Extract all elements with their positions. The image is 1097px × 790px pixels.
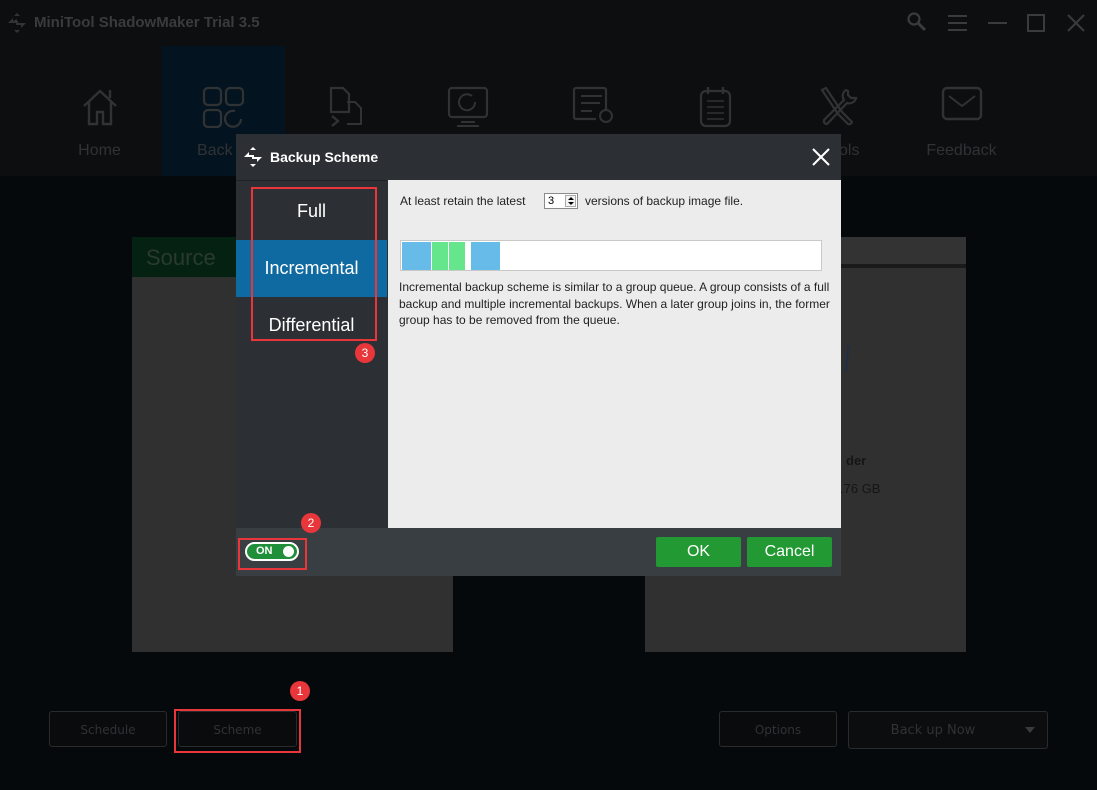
callout-badge-3: 3 bbox=[355, 343, 375, 363]
restore-icon bbox=[447, 86, 488, 127]
nav-feedback[interactable]: Feedback bbox=[900, 46, 1023, 176]
key-icon[interactable] bbox=[902, 8, 932, 38]
backup-queue-diagram bbox=[400, 240, 822, 271]
tools-icon bbox=[819, 86, 857, 126]
stepper-up-icon[interactable] bbox=[568, 197, 574, 200]
nav-home[interactable]: Home bbox=[38, 46, 161, 176]
back-up-now-button[interactable]: Back up Now bbox=[848, 711, 1048, 749]
dialog-footer: ON OK Cancel bbox=[236, 528, 841, 576]
destination-size: .76 GB bbox=[840, 481, 881, 496]
queue-block-incremental bbox=[432, 242, 448, 270]
menu-icon[interactable] bbox=[942, 8, 972, 38]
retain-versions-value[interactable]: 3 bbox=[548, 195, 554, 207]
destination-label: der bbox=[846, 453, 867, 468]
ok-button[interactable]: OK bbox=[656, 537, 741, 567]
app-title: MiniTool ShadowMaker Trial 3.5 bbox=[34, 14, 260, 31]
dialog-title-bar: Backup Scheme bbox=[236, 134, 841, 180]
scheme-description: Incremental backup scheme is similar to … bbox=[399, 280, 830, 327]
nav-home-label: Home bbox=[78, 142, 121, 159]
source-title: Source bbox=[146, 245, 216, 270]
callout-box-scheme bbox=[174, 709, 301, 753]
maximize-icon[interactable] bbox=[1021, 8, 1051, 38]
sync-icon bbox=[329, 86, 362, 127]
retain-prefix: At least retain the latest bbox=[400, 194, 526, 208]
callout-box-schemes bbox=[251, 187, 377, 341]
queue-block-full bbox=[402, 242, 431, 270]
close-icon[interactable] bbox=[810, 146, 832, 168]
callout-badge-2: 2 bbox=[301, 513, 321, 533]
app-logo-icon bbox=[244, 147, 262, 167]
close-icon[interactable] bbox=[1061, 8, 1091, 38]
queue-block-full bbox=[471, 242, 500, 270]
chevron-down-icon[interactable] bbox=[1025, 727, 1035, 733]
queue-block-incremental bbox=[449, 242, 465, 270]
title-bar: MiniTool ShadowMaker Trial 3.5 bbox=[0, 0, 1097, 46]
retain-versions-stepper[interactable]: 3 bbox=[544, 193, 578, 209]
back-up-now-label: Back up Now bbox=[890, 723, 976, 738]
schedule-button[interactable]: Schedule bbox=[49, 711, 167, 747]
callout-box-toggle bbox=[238, 538, 307, 570]
cancel-button[interactable]: Cancel bbox=[747, 537, 832, 567]
nav-feedback-label: Feedback bbox=[926, 142, 997, 159]
scheme-details: At least retain the latest 3 versions of… bbox=[388, 180, 841, 528]
stepper-arrows-icon[interactable] bbox=[565, 195, 576, 207]
stepper-down-icon[interactable] bbox=[568, 202, 574, 205]
minimize-icon[interactable] bbox=[982, 8, 1012, 38]
manage-icon bbox=[572, 86, 613, 123]
tools-notepad-icon bbox=[699, 87, 731, 128]
app-logo-icon bbox=[8, 13, 26, 33]
home-icon bbox=[82, 89, 117, 126]
backup-icon bbox=[202, 86, 244, 128]
retain-suffix: versions of backup image file. bbox=[585, 194, 744, 208]
feedback-icon bbox=[941, 86, 982, 121]
callout-badge-1: 1 bbox=[290, 681, 310, 701]
options-button[interactable]: Options bbox=[719, 711, 837, 747]
dialog-title: Backup Scheme bbox=[270, 149, 379, 165]
